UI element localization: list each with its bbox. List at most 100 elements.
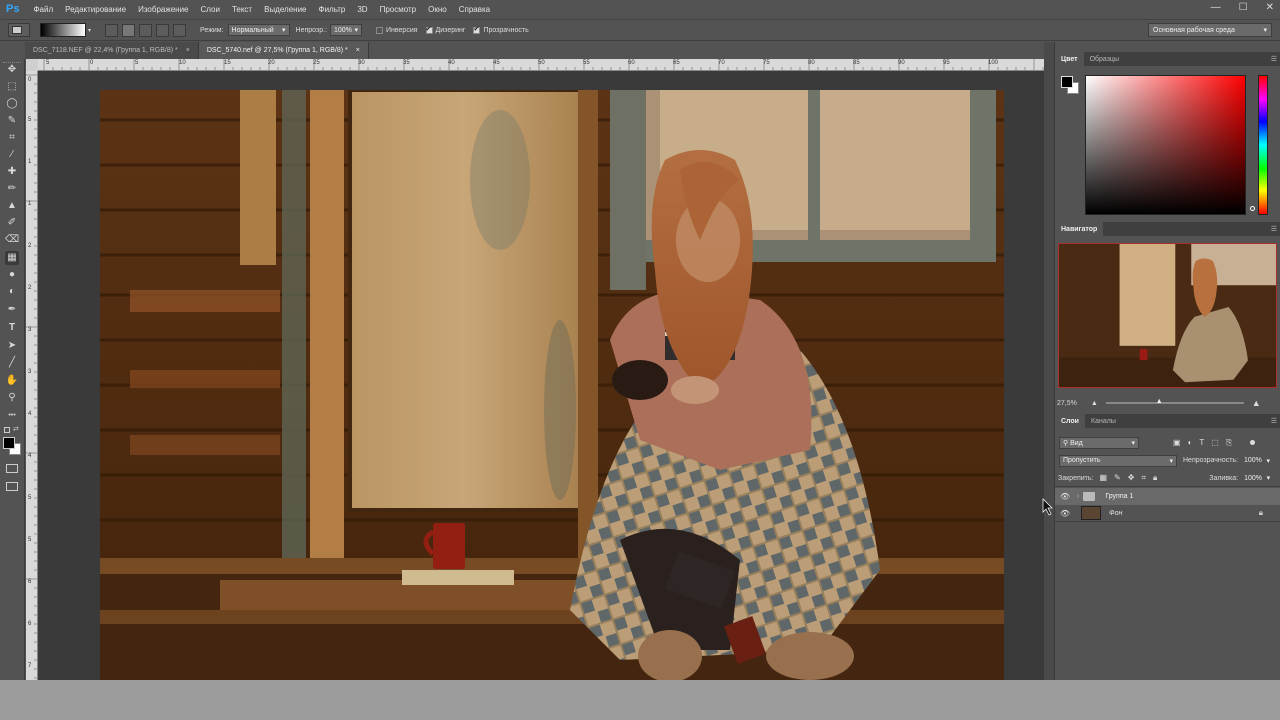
quick-mask-icon[interactable] [6,464,18,473]
tab-navigator[interactable]: Навигатор [1055,222,1104,236]
eyedropper-icon[interactable]: ⁄ [5,148,19,162]
menu-file[interactable]: Файл [27,5,59,14]
chevron-down-icon[interactable]: ▾ [88,27,91,34]
menu-layers[interactable]: Слои [195,5,226,14]
canvas-pasteboard[interactable] [38,71,1044,680]
navigator-thumbnail[interactable] [1058,243,1277,388]
vertical-ruler[interactable]: 0 5 1 1 2 2 3 3 4 4 5 5 6 6 7 [26,71,38,680]
menu-type[interactable]: Текст [226,5,258,14]
tab-dsc-5740[interactable]: DSC_5740.nef @ 27,5% (Группа 1, RGB/8) *… [198,42,369,59]
filter-toggle-icon[interactable] [1250,440,1256,445]
zoom-out-icon[interactable]: ▲ [1091,400,1098,407]
close-button[interactable]: ✕ [1266,2,1274,13]
layer-opacity-input[interactable]: 100% ▾ [1241,454,1273,467]
crop-icon[interactable]: ⌗ [5,131,19,145]
foreground-color-swatch[interactable] [3,437,15,449]
inversion-checkbox[interactable]: Инверсия [376,26,418,34]
document-canvas[interactable] [100,90,1004,680]
default-colors-icon[interactable] [4,427,10,433]
ruler-corner[interactable] [26,59,38,71]
minimize-button[interactable]: — [1211,2,1221,13]
layer-name[interactable]: Группа 1 [1105,493,1133,500]
hue-slider[interactable] [1258,75,1268,215]
menu-filter[interactable]: Фильтр [312,5,351,14]
panel-menu-icon[interactable]: ☰ [1271,417,1277,425]
menu-image[interactable]: Изображение [132,5,194,14]
lock-image-icon[interactable]: ✎ [1114,473,1121,483]
path-select-icon[interactable]: ➤ [5,339,19,353]
maximize-button[interactable]: ☐ [1239,2,1248,13]
blend-mode-select[interactable]: Пропустить ▾ [1059,454,1177,467]
radial-gradient-button[interactable] [122,23,136,37]
panel-menu-icon[interactable]: ☰ [1271,225,1277,233]
healing-icon[interactable]: ✚ [5,165,19,179]
layer-filter-select[interactable]: ⚲ Вид ▾ [1059,436,1139,449]
lock-all-icon[interactable]: 🔒︎ [1153,473,1157,483]
gradient-icon[interactable]: ▦ [5,251,19,265]
gradient-picker[interactable] [40,23,86,37]
tab-close-icon[interactable]: × [356,47,360,54]
linear-gradient-button[interactable] [105,23,119,37]
more-tools-icon[interactable]: ••• [5,409,19,423]
chevron-right-icon[interactable]: › [1077,493,1079,500]
panel-menu-icon[interactable]: ☰ [1271,55,1277,63]
menu-3d[interactable]: 3D [351,5,373,14]
marquee-icon[interactable]: ⬚ [5,80,19,94]
menu-window[interactable]: Окно [422,5,453,14]
tool-preset-picker[interactable] [8,23,30,37]
lock-artboard-icon[interactable]: ⌗ [1141,473,1146,483]
menu-view[interactable]: Просмотр [374,5,423,14]
swap-colors-icon[interactable]: ⇄ [13,425,19,433]
menu-select[interactable]: Выделение [258,5,312,14]
move-icon[interactable]: ✥ [5,63,19,77]
tab-channels[interactable]: Каналы [1085,414,1122,428]
dodge-icon[interactable]: ◐ [5,285,19,299]
brush-icon[interactable]: ✏ [5,182,19,196]
navigator-zoom-slider[interactable]: ▲ [1105,398,1244,405]
zoom-icon[interactable]: ⚲ [5,391,19,405]
tab-color[interactable]: Цвет [1055,52,1084,66]
tab-layers[interactable]: Слои [1055,414,1085,428]
transparency-checkbox[interactable]: Прозрачность [473,25,529,34]
layer-row-background[interactable]: 👁︎ Фон 🔒︎ [1055,505,1280,522]
filter-smart-object-icon[interactable]: ⎘ [1226,438,1232,448]
angle-gradient-button[interactable] [139,23,153,37]
filter-pixel-icon[interactable]: ▣ [1173,438,1181,448]
tab-swatches[interactable]: Образцы [1084,52,1125,66]
quick-select-icon[interactable]: ✎ [5,114,19,128]
blur-icon[interactable]: ● [5,268,19,282]
eraser-icon[interactable]: ⌫ [5,233,19,247]
lock-position-icon[interactable]: ✥ [1128,473,1135,483]
opacity-input[interactable]: 100% ▾ [330,24,362,36]
fill-input[interactable]: 100% ▾ [1241,472,1274,484]
foreground-color-swatch[interactable] [1061,76,1073,88]
stamp-icon[interactable]: ▲ [5,199,19,213]
dither-checkbox[interactable]: Дизеринг [425,25,465,34]
navigator-zoom-value[interactable]: 27,5% [1057,400,1077,407]
horizontal-ruler[interactable]: 5 0 5 10 15 20 25 30 35 40 45 50 55 60 6… [38,59,1044,71]
filter-type-icon[interactable]: T [1199,438,1204,448]
tab-dsc-7118[interactable]: DSC_7118.NEF @ 22,4% (Группа 1, RGB/8) *… [25,42,199,59]
menu-help[interactable]: Справка [453,5,496,14]
screen-mode-icon[interactable] [6,482,18,491]
line-icon[interactable]: ╱ [5,356,19,370]
eye-icon[interactable]: 👁︎ [1059,509,1071,518]
lasso-icon[interactable]: ◯ [5,97,19,111]
hand-icon[interactable]: ✋ [5,374,19,388]
pen-icon[interactable]: ✒ [5,303,19,317]
workspace-select[interactable]: Основная рабочая среда ▾ [1148,23,1272,37]
filter-shape-icon[interactable]: ⬚ [1211,438,1219,448]
menu-edit[interactable]: Редактирование [59,5,132,14]
collapsed-panels-strip[interactable] [1044,42,1054,680]
reflected-gradient-button[interactable] [156,23,170,37]
zoom-in-icon[interactable]: ▲ [1252,398,1261,408]
color-picker-field[interactable] [1085,75,1255,215]
tab-close-icon[interactable]: × [186,47,190,54]
layer-name[interactable]: Фон [1109,510,1122,517]
diamond-gradient-button[interactable] [173,23,187,37]
lock-transparency-icon[interactable]: ▦ [1099,473,1107,483]
type-icon[interactable]: T [5,321,19,335]
filter-adjustment-icon[interactable]: ◐ [1188,438,1193,448]
mode-select[interactable]: Нормальный ▾ [227,24,290,36]
slider-thumb[interactable]: ▲ [1156,398,1163,405]
